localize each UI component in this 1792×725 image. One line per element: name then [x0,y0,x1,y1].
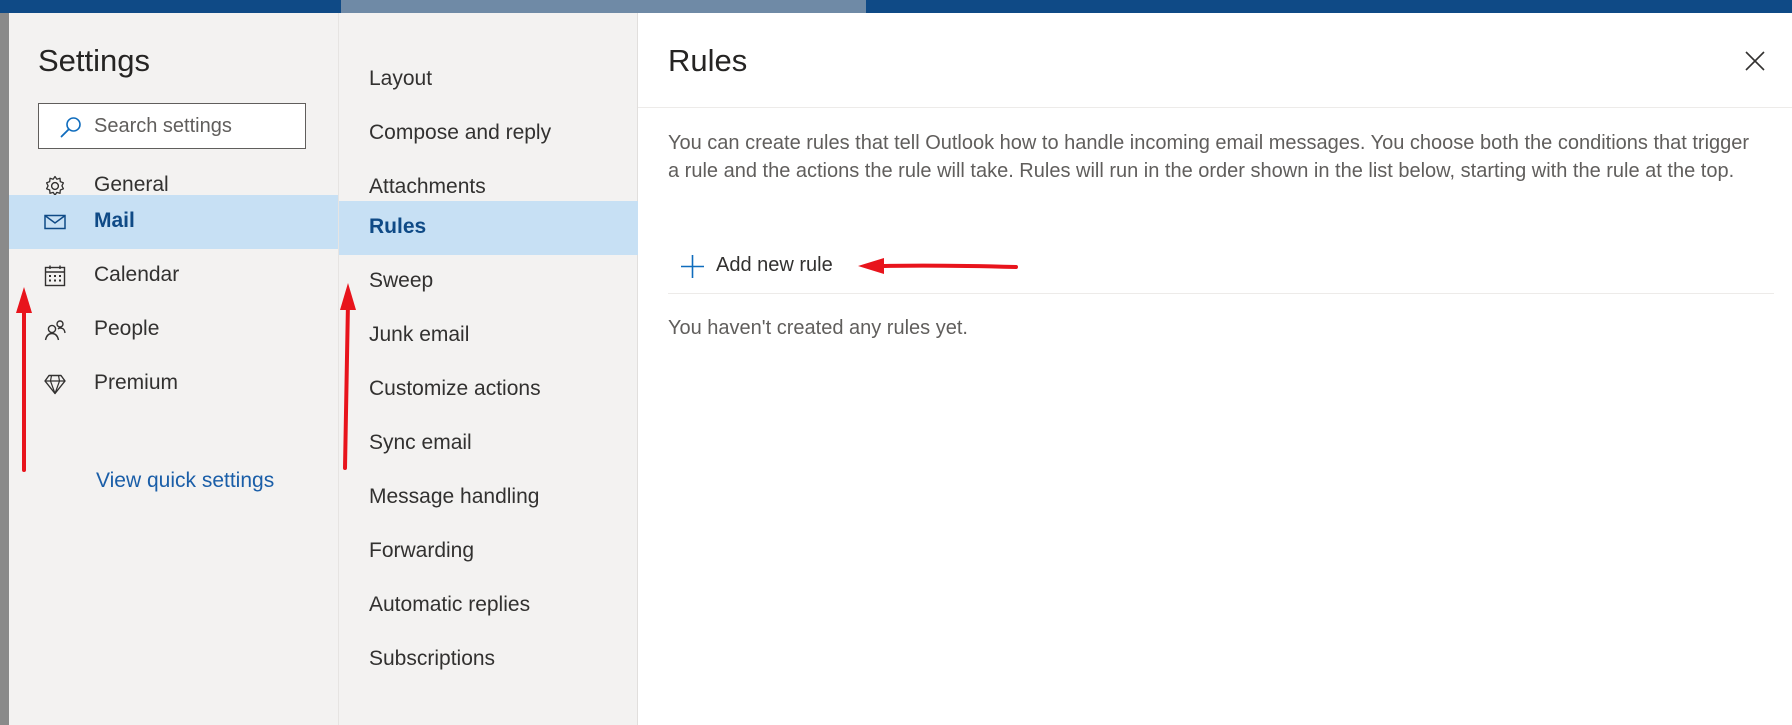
subnav-item-label: Compose and reply [369,121,552,144]
view-quick-settings-link[interactable]: View quick settings [96,469,274,493]
plus-icon [681,255,704,278]
subnav-item-rules[interactable]: Rules [339,201,638,255]
subnav-item-label: Junk email [369,323,470,346]
mail-subnav-column: Layout Compose and reply Attachments Rul… [338,13,638,725]
settings-nav-column: Settings General Mail [9,13,338,725]
rules-panel: Rules You can create rules that tell Out… [638,13,1792,725]
mail-icon [44,214,66,230]
add-new-rule-button[interactable]: Add new rule [668,246,868,286]
subnav-item-label: Sweep [369,269,434,292]
top-search-box[interactable] [341,0,866,13]
search-icon [60,117,81,138]
nav-item-people[interactable]: People [9,303,338,357]
nav-item-calendar[interactable]: Calendar [9,249,338,303]
calendar-icon [44,265,66,287]
subnav-item-label: Attachments [369,175,486,198]
list-divider [668,293,1774,294]
nav-item-label: General [94,173,169,196]
add-new-rule-label: Add new rule [716,254,833,276]
subnav-item-customize-actions[interactable]: Customize actions [339,363,638,417]
nav-item-label: Premium [94,371,179,394]
subnav-item-subscriptions[interactable]: Subscriptions [339,633,638,687]
diamond-icon [44,374,66,395]
nav-item-label: Mail [94,209,135,232]
subnav-item-label: Sync email [369,431,472,454]
empty-rules-message: You haven't created any rules yet. [668,317,968,339]
subnav-item-junk-email[interactable]: Junk email [339,309,638,363]
header-divider [638,107,1792,108]
panel-title: Rules [668,43,748,78]
search-settings-box[interactable] [38,103,306,149]
subnav-item-label: Message handling [369,485,540,508]
subnav-item-sweep[interactable]: Sweep [339,255,638,309]
settings-title: Settings [38,43,151,78]
subnav-item-label: Rules [369,215,427,238]
subnav-item-label: Customize actions [369,377,541,400]
subnav-item-forwarding[interactable]: Forwarding [339,525,638,579]
people-icon [44,320,66,341]
subnav-item-automatic-replies[interactable]: Automatic replies [339,579,638,633]
subnav-item-layout[interactable]: Layout [339,53,638,107]
nav-item-label: People [94,317,160,340]
nav-item-premium[interactable]: Premium [9,357,338,411]
subnav-item-label: Automatic replies [369,593,531,616]
subnav-item-label: Layout [369,67,433,90]
rules-description: You can create rules that tell Outlook h… [668,132,1750,182]
subnav-item-sync-email[interactable]: Sync email [339,417,638,471]
subnav-item-message-handling[interactable]: Message handling [339,471,638,525]
app-top-bar [0,0,1792,13]
subnav-item-compose-and-reply[interactable]: Compose and reply [339,107,638,161]
nav-item-mail[interactable]: Mail [9,195,338,249]
subnav-item-label: Forwarding [369,539,475,562]
subnav-item-label: Subscriptions [369,647,496,670]
search-input[interactable] [94,112,294,140]
nav-item-label: Calendar [94,263,180,286]
close-icon[interactable] [1739,45,1771,77]
backdrop [0,13,9,725]
